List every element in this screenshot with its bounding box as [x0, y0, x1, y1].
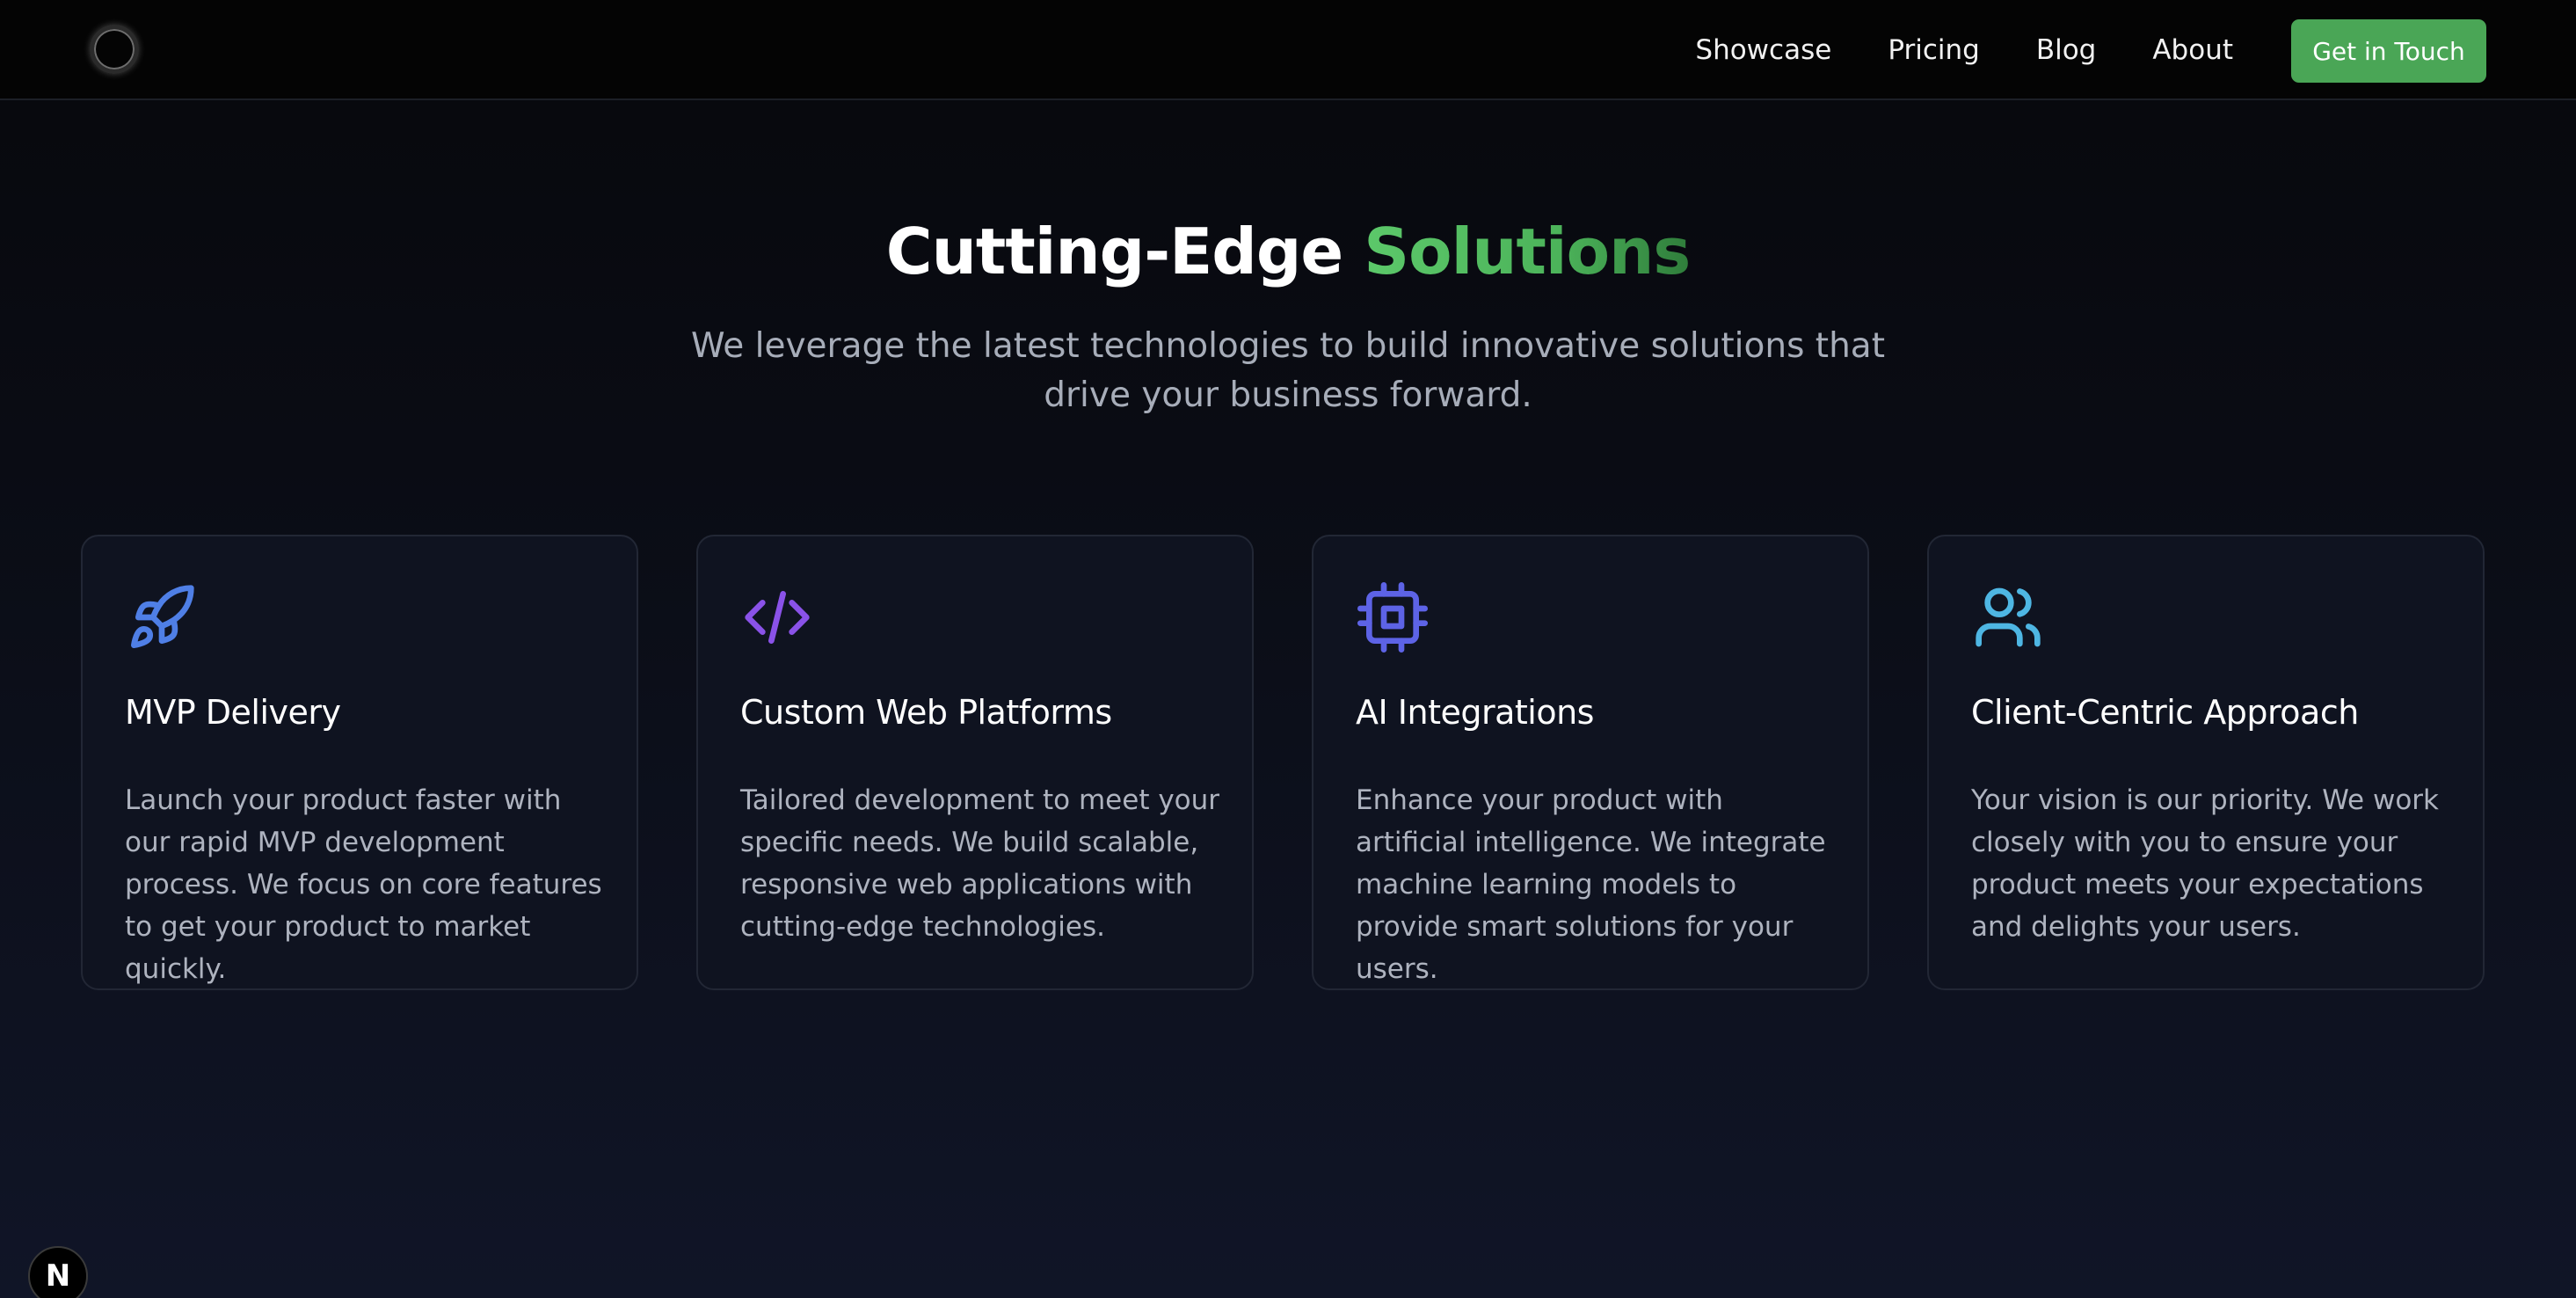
nextjs-dev-indicator-icon[interactable]: N	[28, 1246, 88, 1298]
feature-card-mvp-delivery: MVP Delivery Launch your product faster …	[81, 535, 638, 990]
section-title: Cutting-Edge Solutions	[0, 220, 2576, 283]
nav-link-blog[interactable]: Blog	[2036, 34, 2097, 66]
nav-links: Showcase Pricing Blog About	[1695, 0, 2233, 100]
page: Showcase Pricing Blog About Get in Touch…	[0, 0, 2576, 1298]
users-icon	[1973, 582, 2043, 653]
nav-link-about[interactable]: About	[2152, 34, 2233, 66]
rocket-icon	[127, 582, 197, 653]
logo-ring-icon[interactable]	[90, 25, 139, 74]
nav-link-showcase[interactable]: Showcase	[1695, 34, 1831, 66]
card-description: Tailored development to meet your specif…	[740, 784, 1220, 943]
code-icon	[742, 582, 812, 653]
section-subtitle: We leverage the latest technologies to b…	[690, 326, 1885, 415]
cpu-chip-icon	[1357, 582, 1428, 653]
top-nav: Showcase Pricing Blog About Get in Touch	[0, 0, 2576, 100]
card-title: Custom Web Platforms	[740, 693, 1112, 732]
card-description: Enhance your product with artificial int…	[1356, 784, 1826, 985]
feature-card-custom-web-platforms: Custom Web Platforms Tailored developmen…	[696, 535, 1254, 990]
card-title: AI Integrations	[1356, 693, 1594, 732]
feature-card-ai-integrations: AI Integrations Enhance your product wit…	[1312, 535, 1869, 990]
card-description: Launch your product faster with our rapi…	[125, 784, 602, 985]
get-in-touch-button[interactable]: Get in Touch	[2291, 19, 2486, 83]
feature-card-client-centric-approach: Client-Centric Approach Your vision is o…	[1927, 535, 2485, 990]
section-title-accent: Solutions	[1364, 215, 1691, 288]
card-description: Your vision is our priority. We work clo…	[1971, 784, 2439, 943]
section-title-main: Cutting-Edge	[885, 215, 1364, 288]
card-title: Client-Centric Approach	[1971, 693, 2359, 732]
card-title: MVP Delivery	[125, 693, 341, 732]
nav-link-pricing[interactable]: Pricing	[1888, 34, 1980, 66]
